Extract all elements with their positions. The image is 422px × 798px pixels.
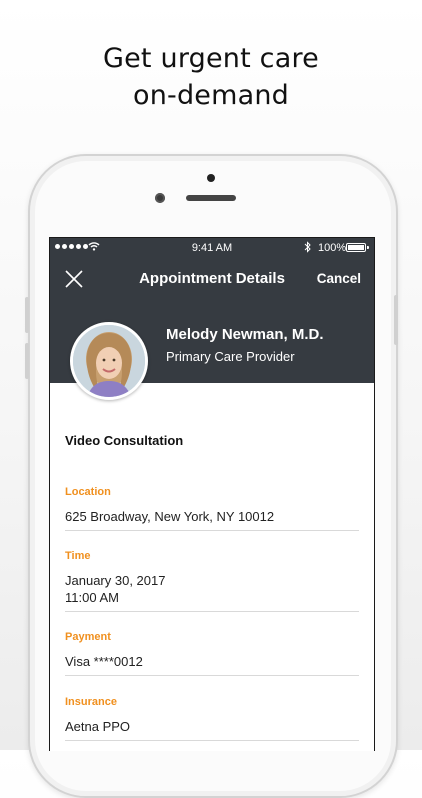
cancel-button[interactable]: Cancel (317, 271, 361, 286)
side-button-left-1 (25, 297, 29, 333)
appointment-time: 11:00 AM (65, 590, 119, 605)
time-label: Time (65, 550, 91, 562)
app-screen: 9:41 AM 100% Appointment Details Cancel … (49, 237, 375, 751)
phone-sensor (207, 174, 215, 182)
doctor-avatar (70, 322, 148, 400)
insurance-label: Insurance (65, 696, 117, 708)
location-field[interactable]: Location 625 Broadway, New York, NY 1001… (65, 486, 359, 531)
consultation-type: Video Consultation (65, 433, 184, 448)
status-bar: 9:41 AM 100% (50, 238, 374, 258)
phone-speaker (186, 195, 236, 201)
doctor-name: Melody Newman, M.D. (166, 326, 324, 343)
insurance-field[interactable]: Insurance Aetna PPO (65, 696, 359, 741)
doctor-portrait-image (73, 325, 145, 397)
time-field[interactable]: Time January 30, 2017 11:00 AM (65, 550, 359, 612)
phone-camera (155, 193, 165, 203)
doctor-role: Primary Care Provider (166, 349, 295, 364)
headline-line-2: on-demand (132, 80, 290, 111)
payment-value: Visa ****0012 (65, 653, 359, 675)
time-value: January 30, 2017 11:00 AM (65, 572, 359, 611)
side-button-left-2 (25, 343, 29, 379)
battery-icon (346, 243, 366, 252)
location-value: 625 Broadway, New York, NY 10012 (65, 508, 359, 530)
location-line: 625 Broadway, New York, NY 10012 (65, 509, 275, 524)
side-button-right (394, 295, 398, 345)
payment-field[interactable]: Payment Visa ****0012 (65, 631, 359, 676)
promo-headline: Get urgent care on-demand (0, 40, 422, 114)
bluetooth-icon (304, 241, 311, 253)
battery-percent: 100% (318, 242, 347, 254)
insurance-value: Aetna PPO (65, 718, 359, 740)
battery-tip (367, 246, 369, 249)
headline-line-1: Get urgent care (103, 43, 319, 74)
appointment-date: January 30, 2017 (65, 573, 166, 588)
payment-line: Visa ****0012 (65, 654, 143, 669)
insurance-line: Aetna PPO (65, 719, 131, 734)
payment-label: Payment (65, 631, 111, 643)
location-label: Location (65, 486, 111, 498)
